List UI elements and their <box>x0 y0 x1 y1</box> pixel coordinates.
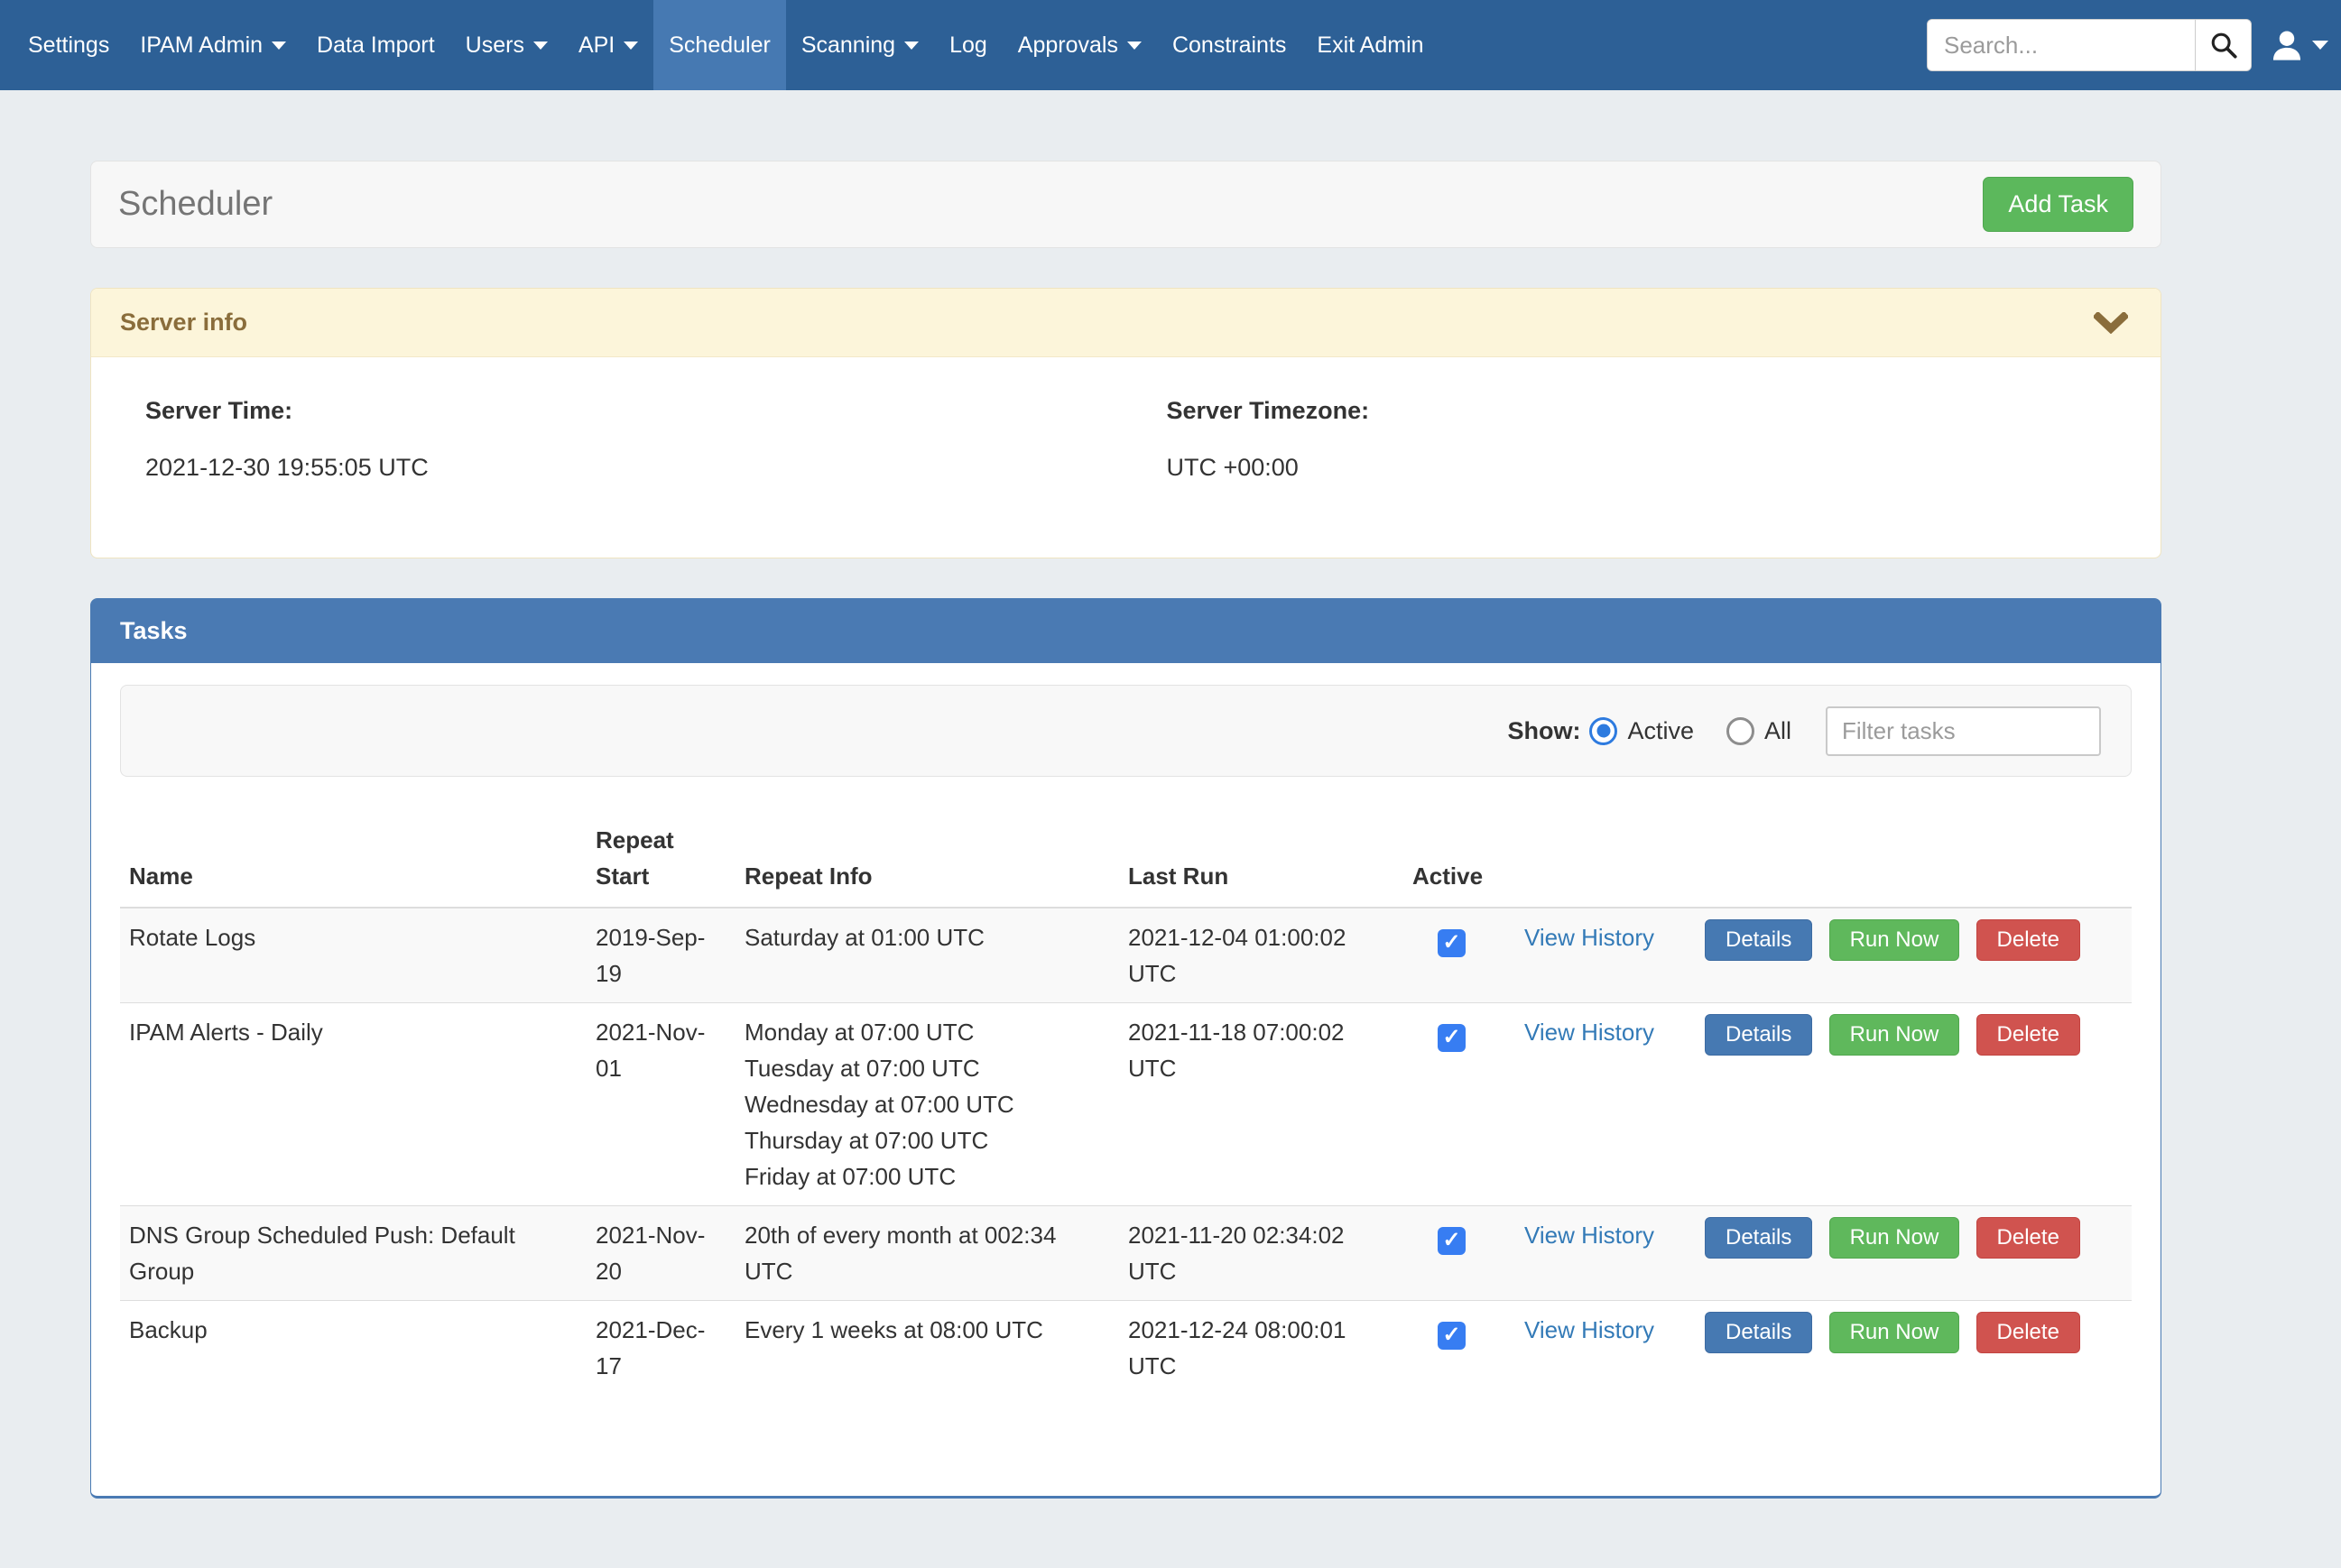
check-icon: ✓ <box>1442 1324 1460 1346</box>
nav-item-exit-admin[interactable]: Exit Admin <box>1301 0 1439 90</box>
nav-item-settings[interactable]: Settings <box>13 0 125 90</box>
navbar-items: Settings IPAM Admin Data Import Users AP… <box>13 0 1439 90</box>
user-menu-button[interactable] <box>2270 0 2328 90</box>
delete-button[interactable]: Delete <box>1976 1312 2080 1353</box>
server-time-label: Server Time: <box>145 397 1140 425</box>
server-info-title: Server info <box>120 309 247 336</box>
tasks-table-header: Name Repeat Start Repeat Info Last Run A… <box>120 816 2132 908</box>
nav-item-data-import[interactable]: Data Import <box>301 0 450 90</box>
nav-item-scheduler[interactable]: Scheduler <box>653 0 786 90</box>
delete-button[interactable]: Delete <box>1976 919 2080 961</box>
task-repeat-info: Every 1 weeks at 08:00 UTC <box>736 1301 1119 1396</box>
tasks-table: Name Repeat Start Repeat Info Last Run A… <box>120 816 2132 1395</box>
delete-button[interactable]: Delete <box>1976 1217 2080 1259</box>
navbar-search <box>1927 19 2252 71</box>
active-checkbox[interactable]: ✓ <box>1438 1227 1466 1255</box>
task-repeat-info: 20th of every month at 002:34 UTC <box>736 1206 1119 1301</box>
nav-item-approvals[interactable]: Approvals <box>1003 0 1157 90</box>
tasks-table-body: Rotate Logs 2019-Sep-19 Saturday at 01:0… <box>120 908 2132 1395</box>
check-icon: ✓ <box>1442 932 1460 954</box>
details-button[interactable]: Details <box>1705 1312 1812 1353</box>
view-history-link[interactable]: View History <box>1524 924 1654 951</box>
task-name: Backup <box>120 1301 587 1396</box>
column-header-repeat-info: Repeat Info <box>736 816 1119 908</box>
view-history-link[interactable]: View History <box>1524 1019 1654 1046</box>
radio-all[interactable] <box>1726 717 1754 745</box>
caret-down-icon <box>533 42 548 50</box>
task-name: Rotate Logs <box>120 908 587 1003</box>
show-label: Show: <box>1507 717 1580 745</box>
active-checkbox[interactable]: ✓ <box>1438 1322 1466 1350</box>
active-checkbox[interactable]: ✓ <box>1438 929 1466 957</box>
run-now-button[interactable]: Run Now <box>1829 1014 1960 1056</box>
server-info-header[interactable]: Server info <box>91 289 2161 357</box>
caret-down-icon <box>1127 42 1142 50</box>
server-timezone-label: Server Timezone: <box>1167 397 2161 425</box>
column-header-repeat-start: Repeat Start <box>587 816 736 908</box>
task-repeat-start: 2021-Nov-01 <box>587 1003 736 1206</box>
task-last-run: 2021-12-04 01:00:02 UTC <box>1119 908 1403 1003</box>
nav-item-ipam-admin[interactable]: IPAM Admin <box>125 0 301 90</box>
task-repeat-start: 2019-Sep-19 <box>587 908 736 1003</box>
nav-item-users[interactable]: Users <box>450 0 563 90</box>
task-repeat-start: 2021-Dec-17 <box>587 1301 736 1396</box>
task-last-run: 2021-11-20 02:34:02 UTC <box>1119 1206 1403 1301</box>
nav-item-scanning[interactable]: Scanning <box>786 0 934 90</box>
nav-item-log[interactable]: Log <box>934 0 1003 90</box>
server-timezone-value: UTC +00:00 <box>1167 454 2161 482</box>
details-button[interactable]: Details <box>1705 919 1812 961</box>
server-info-body: Server Time: 2021-12-30 19:55:05 UTC Ser… <box>91 357 2161 558</box>
column-header-active: Active <box>1403 816 1498 908</box>
server-time-value: 2021-12-30 19:55:05 UTC <box>145 454 1140 482</box>
caret-down-icon <box>624 42 638 50</box>
search-button[interactable] <box>2195 20 2251 70</box>
radio-all-label: All <box>1764 717 1791 745</box>
search-input[interactable] <box>1928 20 2195 70</box>
search-icon <box>2208 30 2239 60</box>
task-last-run: 2021-12-24 08:00:01 UTC <box>1119 1301 1403 1396</box>
add-task-button[interactable]: Add Task <box>1983 177 2133 232</box>
caret-down-icon <box>904 42 919 50</box>
details-button[interactable]: Details <box>1705 1014 1812 1056</box>
column-header-last-run: Last Run <box>1119 816 1403 908</box>
caret-down-icon <box>272 42 286 50</box>
task-name: IPAM Alerts - Daily <box>120 1003 587 1206</box>
nav-item-api[interactable]: API <box>563 0 653 90</box>
view-history-link[interactable]: View History <box>1524 1316 1654 1343</box>
task-row: Backup 2021-Dec-17 Every 1 weeks at 08:0… <box>120 1301 2132 1396</box>
task-repeat-start: 2021-Nov-20 <box>587 1206 736 1301</box>
user-icon <box>2270 29 2304 61</box>
task-repeat-info: Monday at 07:00 UTCTuesday at 07:00 UTCW… <box>736 1003 1119 1206</box>
scheduler-header-panel: Scheduler Add Task <box>90 161 2161 248</box>
page-title: Scheduler <box>118 185 273 224</box>
filter-tasks-input[interactable] <box>1826 706 2101 756</box>
main-content: Scheduler Add Task Server info Server Ti… <box>90 161 2161 1499</box>
tasks-panel-title: Tasks <box>91 599 2161 663</box>
caret-down-icon <box>2312 41 2328 50</box>
task-repeat-info: Saturday at 01:00 UTC <box>736 908 1119 1003</box>
run-now-button[interactable]: Run Now <box>1829 1217 1960 1259</box>
active-checkbox[interactable]: ✓ <box>1438 1024 1466 1052</box>
check-icon: ✓ <box>1442 1027 1460 1048</box>
check-icon: ✓ <box>1442 1230 1460 1251</box>
run-now-button[interactable]: Run Now <box>1829 1312 1960 1353</box>
view-history-link[interactable]: View History <box>1524 1222 1654 1249</box>
tasks-panel: Tasks Show: Active All Name <box>90 598 2161 1499</box>
column-header-name: Name <box>120 816 587 908</box>
nav-item-constraints[interactable]: Constraints <box>1157 0 1301 90</box>
radio-active[interactable] <box>1589 717 1617 745</box>
task-name: DNS Group Scheduled Push: Default Group <box>120 1206 587 1301</box>
run-now-button[interactable]: Run Now <box>1829 919 1960 961</box>
radio-active-label: Active <box>1627 717 1694 745</box>
task-row: Rotate Logs 2019-Sep-19 Saturday at 01:0… <box>120 908 2132 1003</box>
task-row: DNS Group Scheduled Push: Default Group … <box>120 1206 2132 1301</box>
details-button[interactable]: Details <box>1705 1217 1812 1259</box>
chevron-down-icon[interactable] <box>2094 312 2128 334</box>
task-row: IPAM Alerts - Daily 2021-Nov-01 Monday a… <box>120 1003 2132 1206</box>
task-last-run: 2021-11-18 07:00:02 UTC <box>1119 1003 1403 1206</box>
tasks-filter-bar: Show: Active All <box>120 685 2132 777</box>
server-info-panel: Server info Server Time: 2021-12-30 19:5… <box>90 288 2161 558</box>
navbar: Settings IPAM Admin Data Import Users AP… <box>0 0 2341 90</box>
delete-button[interactable]: Delete <box>1976 1014 2080 1056</box>
